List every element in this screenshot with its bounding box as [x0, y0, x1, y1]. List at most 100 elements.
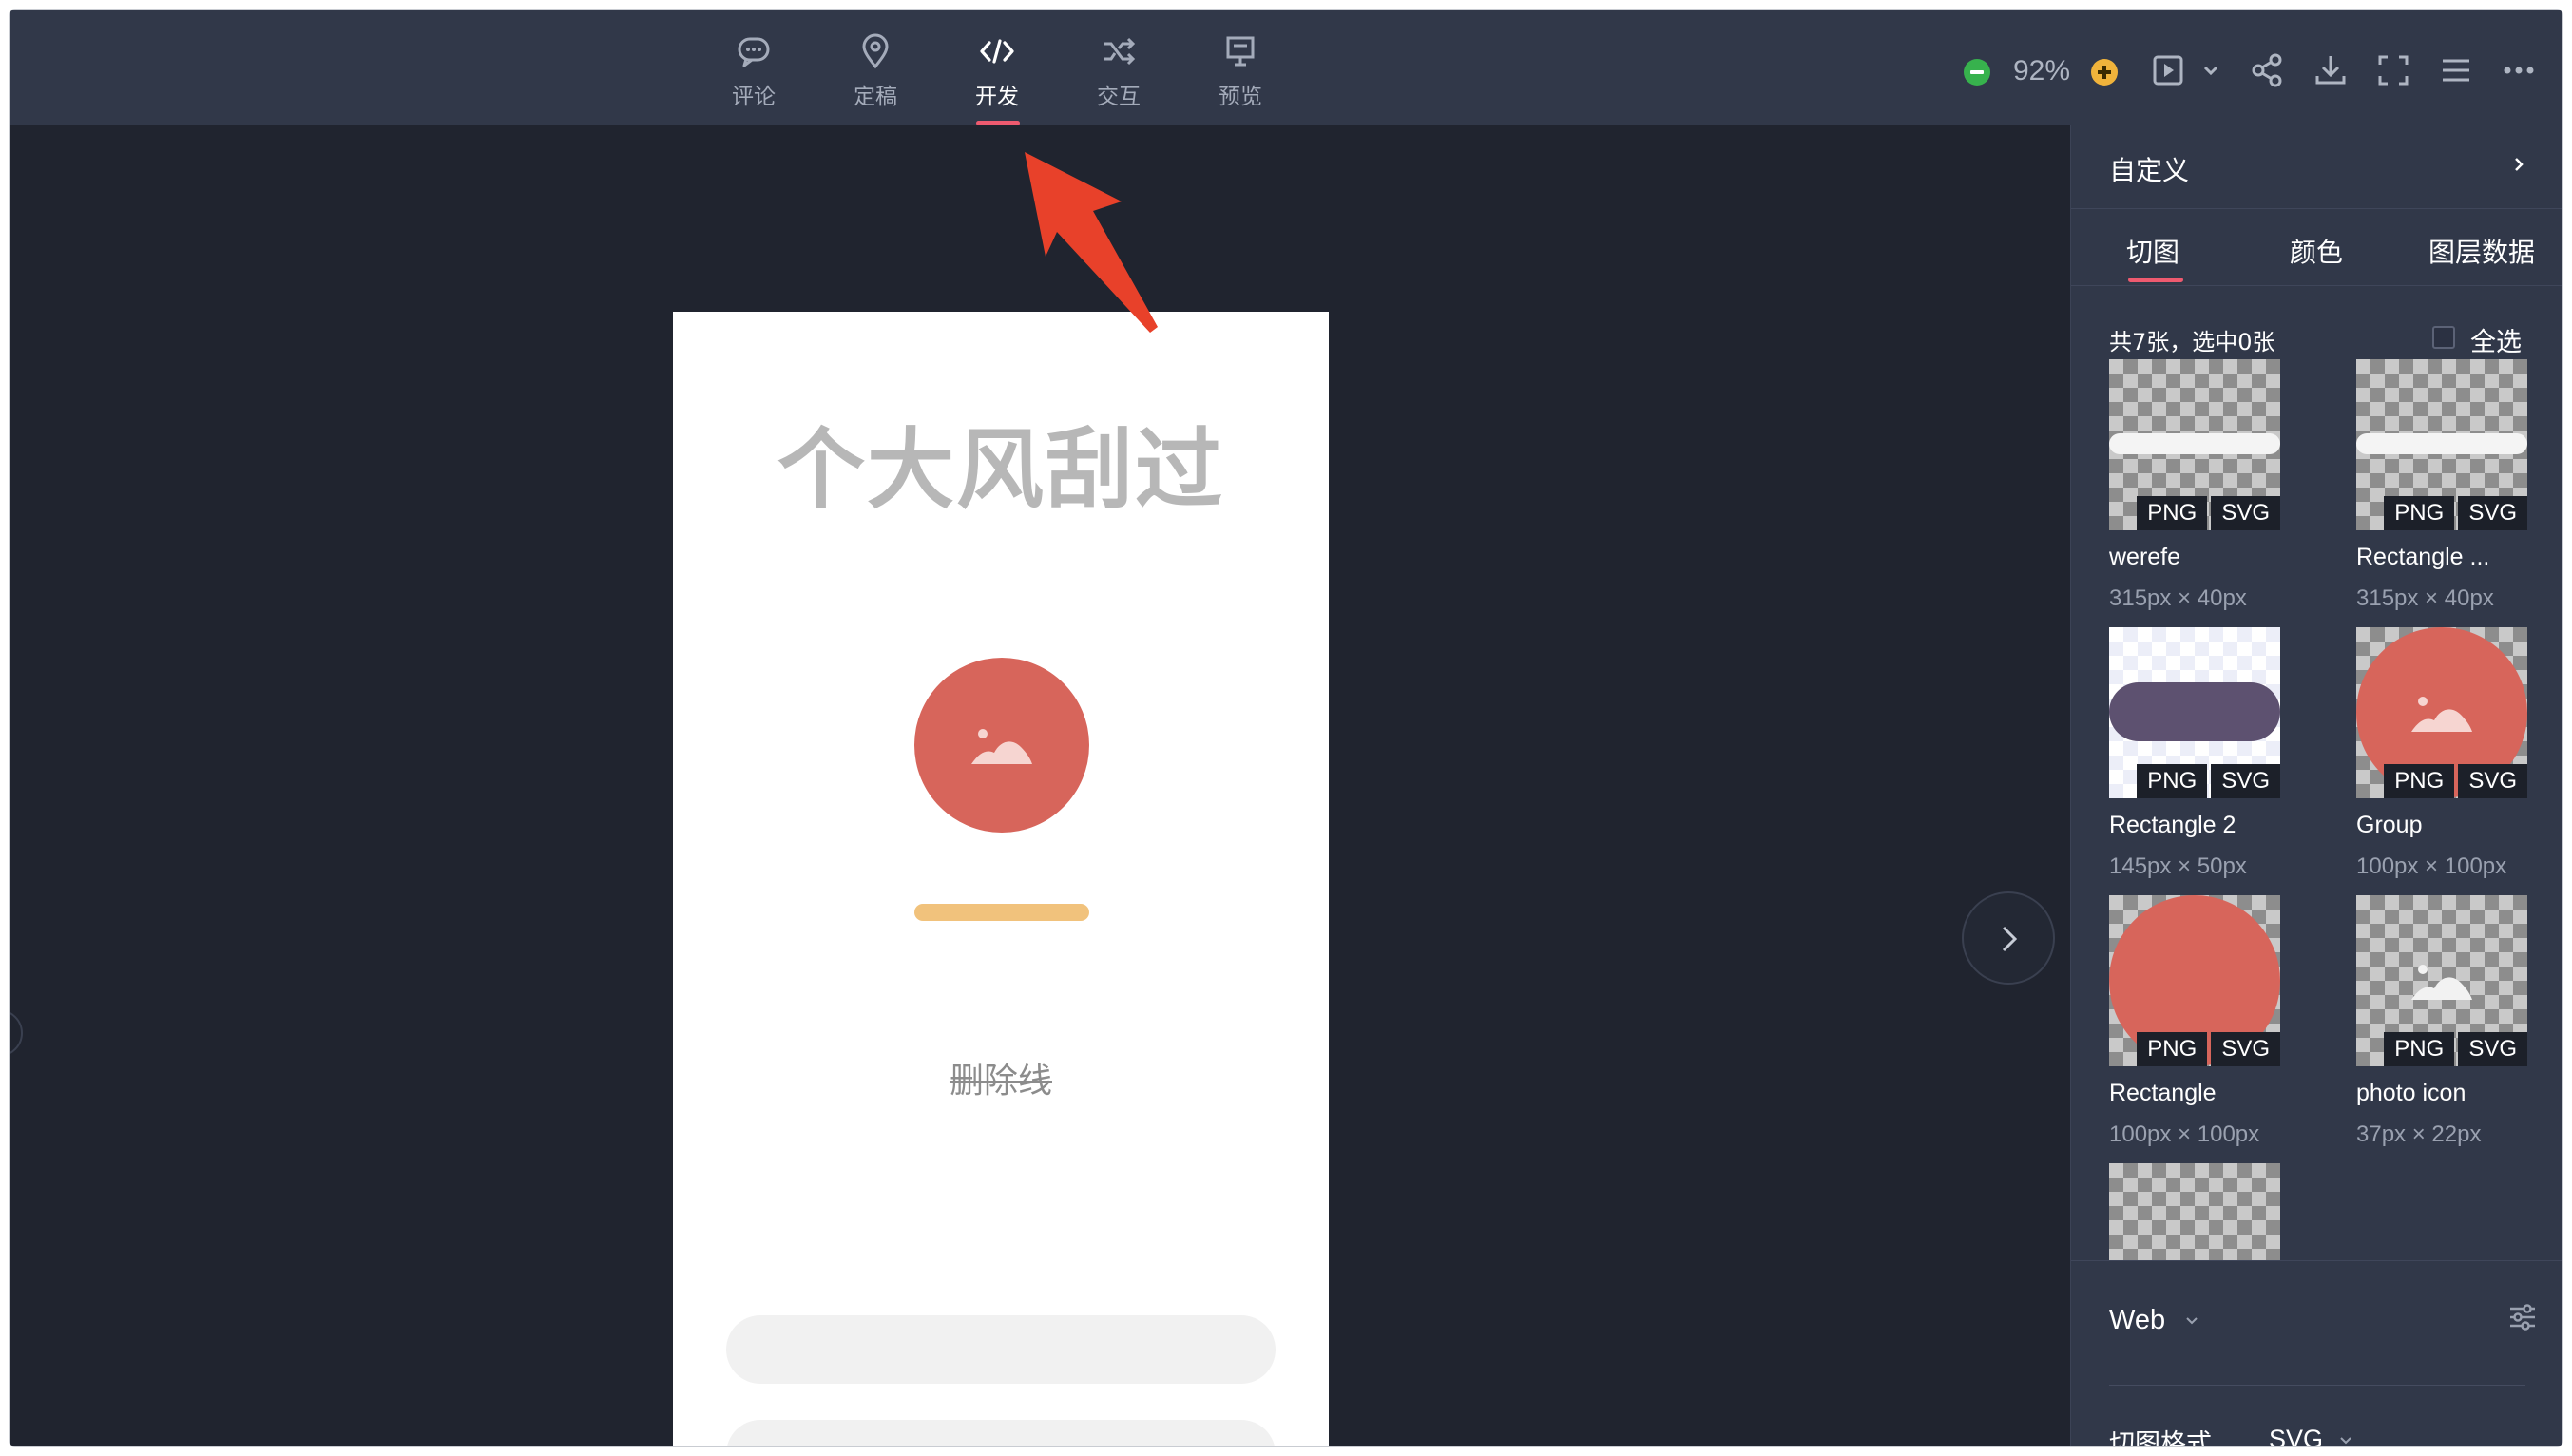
fullscreen-button[interactable] — [2374, 51, 2412, 89]
settings-sliders-icon[interactable] — [2506, 1301, 2539, 1333]
photo-icon — [971, 729, 1032, 764]
export-settings: Web 切图格式 SVG — [2071, 1260, 2562, 1446]
slice-name: Rectangle 2 — [2109, 812, 2236, 838]
comment-icon — [738, 37, 770, 67]
mode-tab-preview[interactable]: 预览 — [1188, 32, 1293, 125]
chevron-down-icon[interactable] — [2185, 1316, 2198, 1326]
svg-badge[interactable]: SVG — [2211, 1032, 2280, 1066]
slice-card[interactable]: PNG SVG werefe 315px × 40px — [2109, 359, 2299, 635]
select-all-checkbox[interactable] — [2432, 326, 2455, 349]
annotation-arrow — [1025, 152, 1158, 333]
slice-name: werefe — [2109, 544, 2181, 570]
mode-tab-comment[interactable]: 评论 — [701, 32, 806, 125]
presentation-icon — [1226, 36, 1255, 67]
slice-format-select[interactable]: SVG — [2269, 1425, 2323, 1446]
tab-layer-data[interactable]: 图层数据 — [2428, 232, 2535, 270]
slice-size: 100px × 100px — [2109, 1121, 2260, 1147]
chevron-down-icon[interactable] — [2339, 1436, 2352, 1446]
slice-card[interactable]: PNG SVG Rectangle 100px × 100px — [2109, 895, 2299, 1171]
slice-size: 100px × 100px — [2356, 853, 2507, 879]
top-toolbar: 评论 定稿 开发 交互 预览 92% — [10, 10, 2562, 125]
panel-header[interactable]: 自定义 — [2071, 125, 2562, 209]
slice-thumbnail: PNG SVG — [2109, 627, 2280, 798]
slice-name: Rectangle — [2109, 1080, 2217, 1106]
png-badge[interactable]: PNG — [2137, 1032, 2208, 1066]
slice-name: photo icon — [2356, 1080, 2466, 1106]
mode-tab-finalize[interactable]: 定稿 — [823, 32, 928, 125]
fullscreen-icon — [2378, 55, 2409, 86]
divider — [2109, 1385, 2525, 1386]
pin-icon — [862, 33, 889, 69]
slice-thumbnail: PNG SVG — [2109, 359, 2280, 530]
select-all-label[interactable]: 全选 — [2470, 321, 2522, 358]
svg-badge[interactable]: SVG — [2211, 496, 2280, 530]
zoom-in-button[interactable] — [2091, 59, 2118, 86]
divider — [2071, 285, 2562, 286]
more-button[interactable] — [2500, 51, 2538, 89]
png-badge[interactable]: PNG — [2137, 496, 2208, 530]
artboard-circle-group[interactable] — [914, 658, 1089, 833]
slice-preview-shape — [2109, 682, 2280, 741]
slice-size: 37px × 22px — [2356, 1121, 2482, 1147]
svg-badge[interactable]: SVG — [2458, 496, 2527, 530]
svg-badge[interactable]: SVG — [2458, 1032, 2527, 1066]
previous-artboard-button[interactable] — [10, 1009, 23, 1057]
slice-card[interactable]: PNG SVG Group 100px × 100px — [2356, 627, 2546, 903]
share-icon — [2252, 53, 2282, 87]
mode-tab-label: 交互 — [1097, 85, 1141, 109]
slice-card[interactable]: PNG SVG photo icon 37px × 22px — [2356, 895, 2546, 1171]
zoom-level: 92% — [2012, 55, 2071, 86]
slice-size: 315px × 40px — [2356, 585, 2494, 611]
mode-tab-develop[interactable]: 开发 — [945, 32, 1049, 125]
slice-name: Rectangle ... — [2356, 544, 2490, 570]
png-badge[interactable]: PNG — [2137, 764, 2208, 798]
download-icon — [2315, 56, 2346, 85]
slice-size: 145px × 50px — [2109, 853, 2247, 879]
png-badge[interactable]: PNG — [2384, 1032, 2455, 1066]
slice-format-label: 切图格式 — [2109, 1429, 2212, 1446]
slice-card[interactable]: PNG SVG Rectangle ... 315px × 40px — [2356, 359, 2546, 635]
artboard-input-1[interactable] — [726, 1315, 1276, 1384]
slice-card[interactable]: PNG SVG Rectangle 2 145px × 50px — [2109, 627, 2299, 903]
chevron-down-icon — [2203, 66, 2218, 76]
slice-thumbnail: PNG SVG — [2356, 895, 2527, 1066]
more-icon — [2504, 67, 2534, 74]
tab-slices[interactable]: 切图 — [2126, 232, 2179, 270]
play-options-dropdown[interactable] — [2192, 51, 2218, 89]
shuffle-icon — [1104, 37, 1136, 66]
png-badge[interactable]: PNG — [2384, 764, 2455, 798]
photo-icon — [2411, 697, 2472, 732]
svg-badge[interactable]: SVG — [2211, 764, 2280, 798]
slice-size: 315px × 40px — [2109, 585, 2247, 611]
slice-preview-shape — [2109, 433, 2280, 454]
active-tab-indicator — [2128, 278, 2183, 282]
slice-thumbnail: PNG SVG — [2109, 895, 2280, 1066]
slice-preview-shape — [2356, 433, 2527, 454]
mode-tab-label: 评论 — [732, 85, 776, 109]
artboard-bar[interactable] — [914, 904, 1089, 921]
next-artboard-button[interactable] — [1962, 891, 2055, 985]
share-button[interactable] — [2249, 51, 2287, 89]
app-window: 评论 定稿 开发 交互 预览 92% 个大风刮过 删除线 自定义 切图 颜色 图… — [10, 10, 2562, 1446]
zoom-out-button[interactable] — [1964, 59, 1990, 86]
strikethrough-text[interactable]: 删除线 — [673, 1053, 1329, 1102]
chevron-right-icon — [2002, 926, 2018, 952]
menu-button[interactable] — [2437, 51, 2475, 89]
mode-tab-interaction[interactable]: 交互 — [1066, 32, 1171, 125]
artboard-title-text[interactable]: 个大风刮过 — [673, 399, 1329, 526]
artboard-input-2[interactable] — [726, 1420, 1276, 1446]
slice-thumbnail: PNG SVG — [2356, 359, 2527, 530]
chevron-right-icon — [2515, 158, 2524, 171]
download-button[interactable] — [2312, 51, 2350, 89]
svg-badge[interactable]: SVG — [2458, 764, 2527, 798]
play-button[interactable] — [2150, 51, 2188, 89]
mode-tab-label: 预览 — [1219, 85, 1262, 109]
mode-tab-label: 定稿 — [854, 85, 897, 109]
platform-select[interactable]: Web — [2109, 1305, 2165, 1336]
tab-colors[interactable]: 颜色 — [2290, 232, 2343, 270]
artboard[interactable]: 个大风刮过 删除线 — [673, 312, 1329, 1446]
code-icon — [980, 39, 1014, 64]
menu-icon — [2443, 59, 2469, 82]
png-badge[interactable]: PNG — [2384, 496, 2455, 530]
slice-name: Group — [2356, 812, 2423, 838]
